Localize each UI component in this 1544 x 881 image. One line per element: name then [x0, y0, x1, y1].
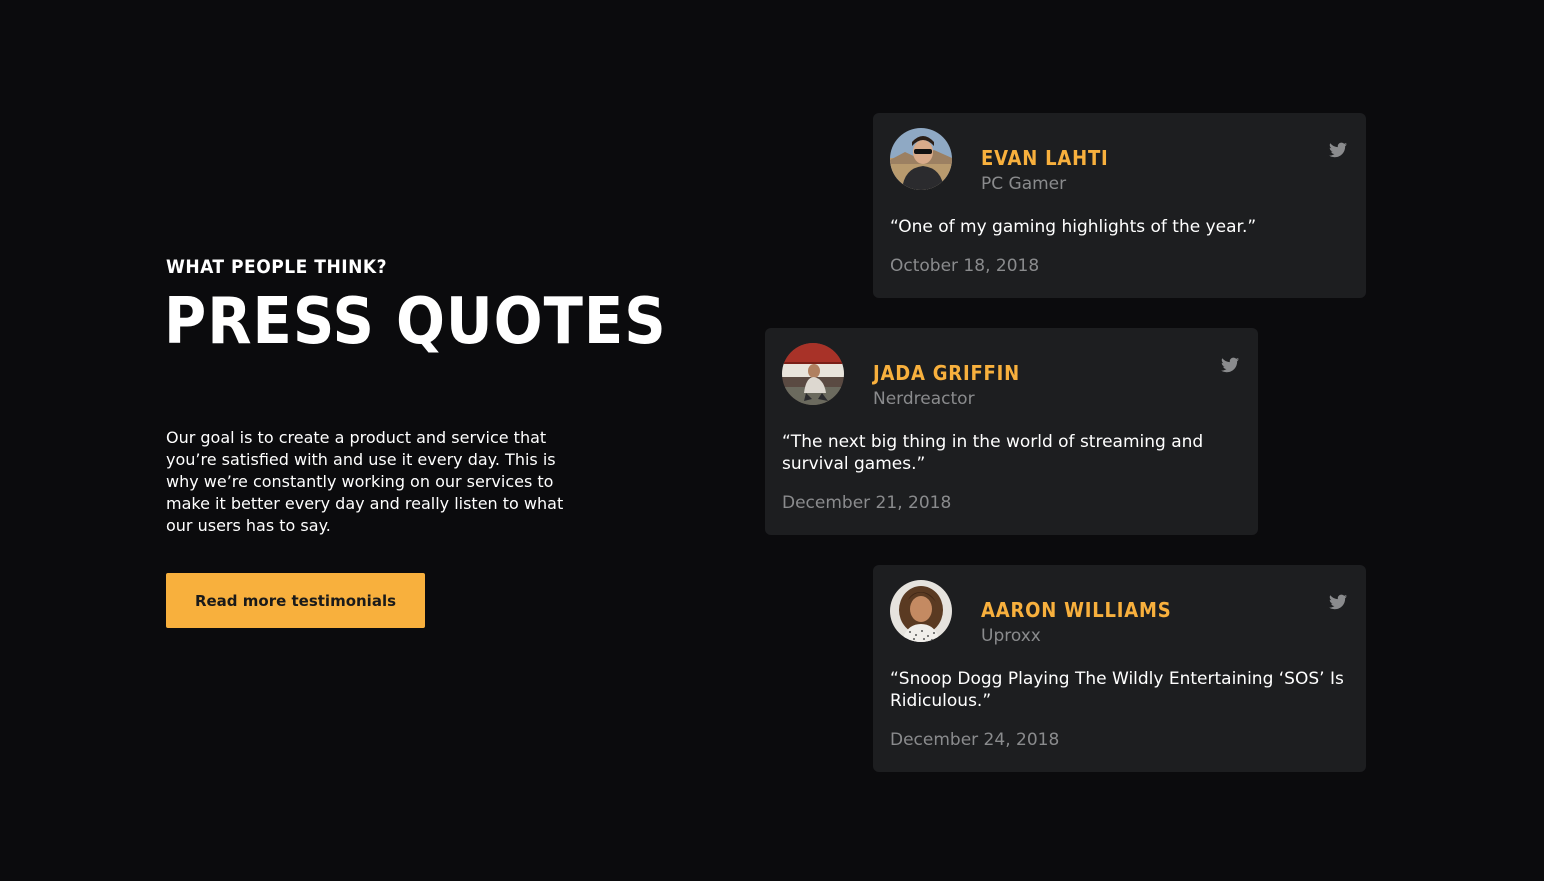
twitter-icon[interactable]: [1221, 357, 1239, 373]
read-more-testimonials-button[interactable]: Read more testimonials: [166, 573, 425, 628]
section-eyebrow: WHAT PEOPLE THINK?: [166, 256, 388, 278]
testimonial-date: December 24, 2018: [890, 730, 1060, 750]
section-description: Our goal is to create a product and serv…: [166, 428, 564, 535]
testimonial-card: EVAN LAHTI PC Gamer “One of my gaming hi…: [873, 113, 1366, 298]
twitter-icon[interactable]: [1329, 594, 1347, 610]
testimonial-date: October 18, 2018: [890, 256, 1040, 276]
avatar: [890, 580, 952, 642]
testimonial-quote: “Snoop Dogg Playing The Wildly Entertain…: [890, 669, 1344, 711]
twitter-icon[interactable]: [1329, 142, 1347, 158]
author-outlet: PC Gamer: [981, 174, 1067, 194]
avatar: [782, 343, 844, 405]
section-title: PRESS QUOTES: [164, 285, 667, 359]
press-quotes-section: WHAT PEOPLE THINK? PRESS QUOTES Our goal…: [0, 0, 1544, 881]
author-outlet: Uproxx: [981, 626, 1041, 646]
testimonial-date: December 21, 2018: [782, 493, 952, 513]
author-name: EVAN LAHTI: [981, 146, 1109, 170]
testimonial-quote: “The next big thing in the world of stre…: [782, 432, 1204, 474]
author-name: AARON WILLIAMS: [981, 598, 1172, 622]
author-name: JADA GRIFFIN: [873, 361, 1020, 385]
testimonial-quote: “One of my gaming highlights of the year…: [890, 217, 1257, 237]
testimonial-card: JADA GRIFFIN Nerdreactor “The next big t…: [765, 328, 1258, 535]
testimonial-card: AARON WILLIAMS Uproxx “Snoop Dogg Playin…: [873, 565, 1366, 772]
avatar: [890, 128, 952, 190]
author-outlet: Nerdreactor: [873, 389, 975, 409]
